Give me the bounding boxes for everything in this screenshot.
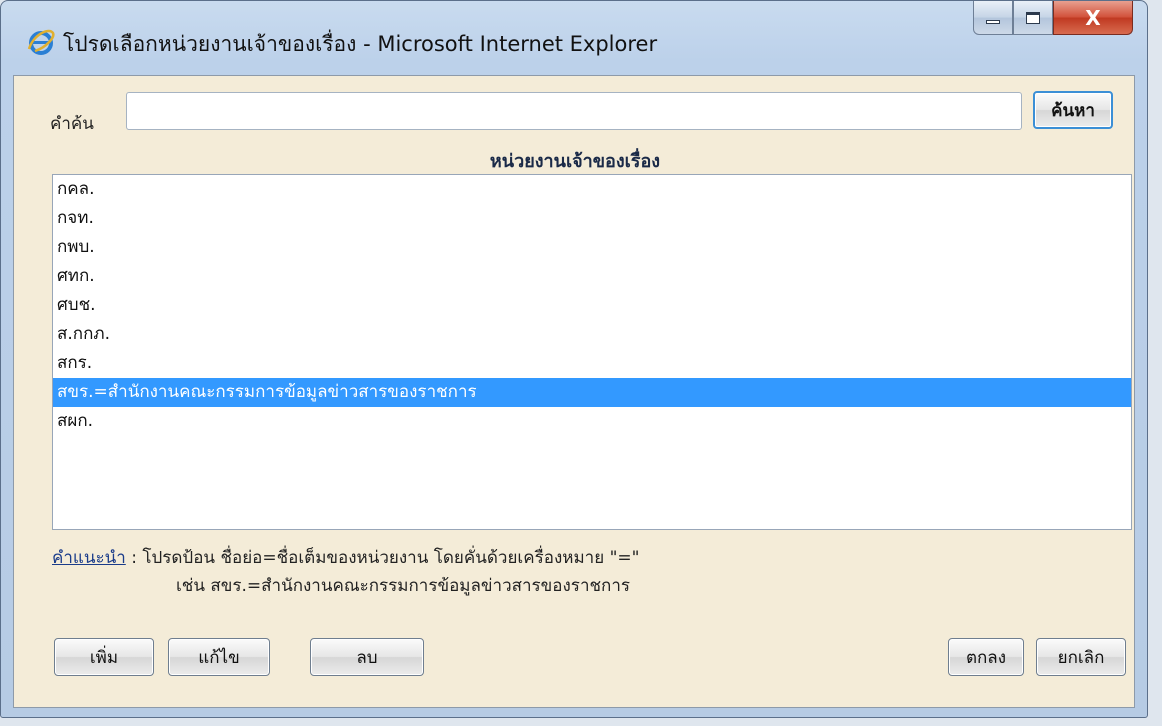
window-controls: X <box>973 1 1133 37</box>
add-button[interactable]: เพิ่ม <box>54 638 154 676</box>
hint-text: คำแนะนำ : โปรดป้อน ชื่อย่อ=ชื่อเต็มของหน… <box>52 544 639 572</box>
list-item[interactable]: สผก. <box>53 407 1131 436</box>
hint-link[interactable]: คำแนะนำ <box>52 548 126 568</box>
close-icon: X <box>1085 5 1101 30</box>
edit-button[interactable]: แก้ไข <box>168 638 270 676</box>
ok-button[interactable]: ตกลง <box>948 638 1024 676</box>
list-item[interactable]: สกร. <box>53 349 1131 378</box>
list-item[interactable]: ศทก. <box>53 262 1131 291</box>
minimize-icon <box>986 19 1000 24</box>
search-input[interactable] <box>126 92 1022 130</box>
list-heading: หน่วยงานเจ้าของเรื่อง <box>489 151 661 172</box>
search-label: คำค้น <box>50 114 94 134</box>
delete-button[interactable]: ลบ <box>310 638 424 676</box>
close-button[interactable]: X <box>1053 1 1133 35</box>
dialog-window: โปรดเลือกหน่วยงานเจ้าของเรื่อง - Microso… <box>0 0 1148 718</box>
list-item[interactable]: กพบ. <box>53 233 1131 262</box>
hint-line-1: : โปรดป้อน ชื่อย่อ=ชื่อเต็มของหน่วยงาน โ… <box>125 548 640 568</box>
maximize-button[interactable] <box>1013 1 1053 35</box>
minimize-button[interactable] <box>973 1 1013 35</box>
title-bar[interactable]: โปรดเลือกหน่วยงานเจ้าของเรื่อง - Microso… <box>1 1 1147 75</box>
hint-line-2: เช่น สขร.=สำนักงานคณะกรรมการข้อมูลข่าวสา… <box>176 576 630 596</box>
maximize-icon <box>1026 11 1040 24</box>
agency-listbox[interactable]: กคล. กจท. กพบ. ศทก. ศบช. ส.กกภ. สกร. สขร… <box>52 174 1132 530</box>
search-button[interactable]: ค้นหา <box>1033 91 1113 129</box>
window-title: โปรดเลือกหน่วยงานเจ้าของเรื่อง - Microso… <box>63 32 658 56</box>
list-item[interactable]: กจท. <box>53 204 1131 233</box>
list-item[interactable]: ศบช. <box>53 291 1131 320</box>
cancel-button[interactable]: ยกเลิก <box>1036 638 1126 676</box>
dialog-content: คำค้น ค้นหา หน่วยงานเจ้าของเรื่อง กคล. ก… <box>13 75 1135 708</box>
list-item[interactable]: ส.กกภ. <box>53 320 1131 349</box>
internet-explorer-icon <box>27 29 55 55</box>
list-item[interactable]: กคล. <box>53 175 1131 204</box>
list-item-selected[interactable]: สขร.=สำนักงานคณะกรรมการข้อมูลข่าวสารของร… <box>53 378 1131 407</box>
